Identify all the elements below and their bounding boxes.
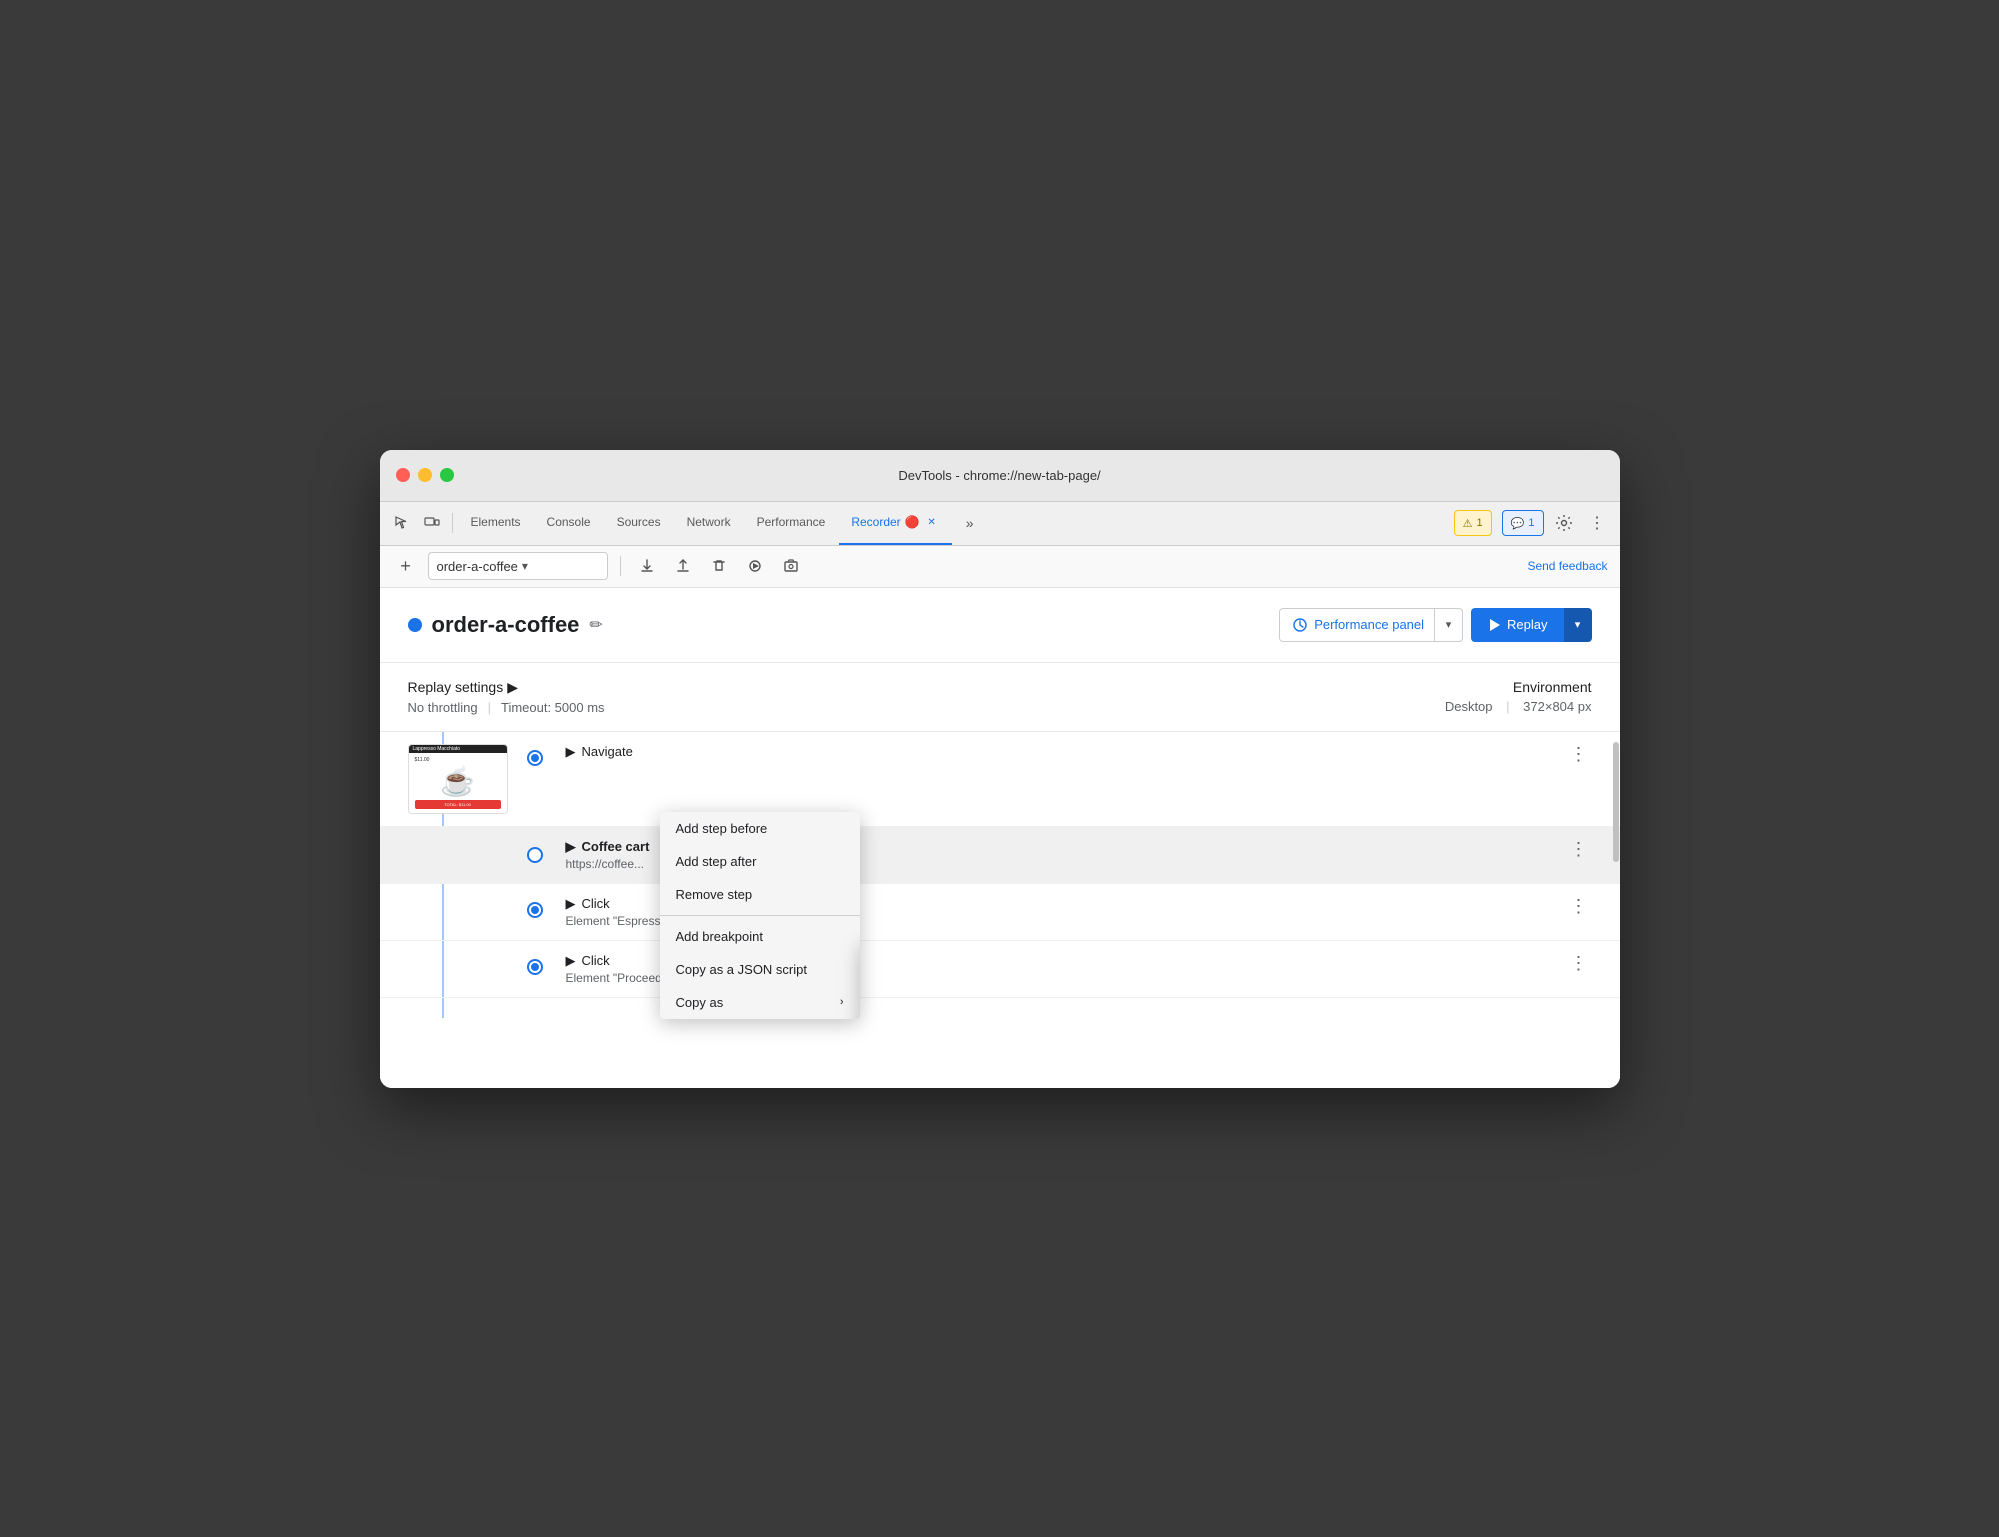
toolbar-sep-1 bbox=[620, 556, 621, 576]
step-navigate-more[interactable]: ⋮ bbox=[1566, 744, 1592, 765]
settings-left: Replay settings ▶ No throttling | Timeou… bbox=[408, 679, 1445, 715]
env-details: Desktop | 372×804 px bbox=[1445, 699, 1592, 714]
recorder-toolbar: + order-a-coffee ▾ bbox=[380, 546, 1620, 588]
inspect-element-icon[interactable] bbox=[388, 509, 416, 537]
context-menu: Add step before Add step after Remove st… bbox=[660, 812, 860, 1019]
context-menu-sep-1 bbox=[660, 915, 860, 916]
menu-remove[interactable]: Remove step bbox=[660, 878, 860, 911]
tabs-right-area: ⚠ 1 💬 1 ⋮ bbox=[1450, 509, 1612, 537]
titlebar: DevTools - chrome://new-tab-page/ bbox=[380, 450, 1620, 502]
minimize-button[interactable] bbox=[418, 468, 432, 482]
tab-sources[interactable]: Sources bbox=[605, 501, 673, 545]
tab-console[interactable]: Console bbox=[535, 501, 603, 545]
step-dot-navigate bbox=[529, 752, 541, 764]
step-click-espresso: ▶ Click Element "Espresso Macchiato" ⋮ bbox=[380, 884, 1620, 941]
performance-panel-label: Performance panel bbox=[1314, 617, 1424, 632]
close-button[interactable] bbox=[396, 468, 410, 482]
export-button[interactable] bbox=[633, 552, 661, 580]
step-coffee-cart: ▶ Coffee cart https://coffee... ⋮ bbox=[380, 827, 1620, 884]
step-click-checkout: ▶ Click Element "Proceed to checkout" ⋮ bbox=[380, 941, 1620, 998]
settings-details: No throttling | Timeout: 5000 ms bbox=[408, 700, 1445, 715]
main-content: order-a-coffee ✏ Performance panel ▾ bbox=[380, 588, 1620, 1088]
scrollbar-thumb[interactable] bbox=[1613, 742, 1619, 862]
screenshot-button[interactable] bbox=[777, 552, 805, 580]
step-coffee-cart-more[interactable]: ⋮ bbox=[1566, 839, 1592, 860]
step-espresso-more[interactable]: ⋮ bbox=[1566, 896, 1592, 917]
devtools-window: DevTools - chrome://new-tab-page/ Elemen… bbox=[380, 450, 1620, 1088]
menu-copy-json[interactable]: Copy as a JSON script bbox=[660, 953, 860, 986]
settings-right: Environment Desktop | 372×804 px bbox=[1445, 679, 1592, 714]
menu-add-before[interactable]: Add step before bbox=[660, 812, 860, 845]
recording-status-dot bbox=[408, 618, 422, 632]
message-badge[interactable]: 💬 1 bbox=[1502, 510, 1544, 536]
menu-add-after[interactable]: Add step after bbox=[660, 845, 860, 878]
menu-add-breakpoint[interactable]: Add breakpoint bbox=[660, 920, 860, 953]
recording-name-display: order-a-coffee bbox=[437, 559, 518, 574]
warning-icon: ⚠ bbox=[1463, 517, 1473, 530]
replay-main-button[interactable]: Replay bbox=[1471, 608, 1563, 642]
timeout-label: Timeout: 5000 ms bbox=[501, 700, 605, 715]
replay-settings-toggle[interactable]: Replay settings ▶ bbox=[408, 679, 1445, 696]
recording-header: order-a-coffee ✏ Performance panel ▾ bbox=[380, 588, 1620, 663]
step-navigate: Lappresso Macchiato $11.00 ☕ TOTAL: $11.… bbox=[380, 732, 1620, 827]
recording-name-input-wrap[interactable]: order-a-coffee ▾ bbox=[428, 552, 608, 580]
throttling-label: No throttling bbox=[408, 700, 478, 715]
resolution-label: 372×804 px bbox=[1523, 699, 1591, 714]
step-checkout-expand: ▶ bbox=[566, 953, 576, 969]
recording-title: order-a-coffee bbox=[432, 612, 580, 638]
replay-button-group: Replay ▾ bbox=[1471, 608, 1591, 642]
header-buttons: Performance panel ▾ Replay ▾ bbox=[1279, 608, 1591, 642]
step-coffee-cart-expand: ▶ bbox=[566, 839, 576, 855]
scrollbar-track[interactable] bbox=[1612, 732, 1620, 1018]
step-checkout-more[interactable]: ⋮ bbox=[1566, 953, 1592, 974]
step-navigate-title[interactable]: ▶ Navigate bbox=[566, 744, 1566, 760]
step-dot-checkout bbox=[529, 961, 541, 973]
performance-panel-chevron[interactable]: ▾ bbox=[1434, 608, 1462, 642]
tab-elements[interactable]: Elements bbox=[459, 501, 533, 545]
tab-performance[interactable]: Performance bbox=[745, 501, 838, 545]
recording-title-area: order-a-coffee ✏ bbox=[408, 612, 603, 638]
message-icon: 💬 bbox=[1511, 517, 1525, 530]
warning-badge[interactable]: ⚠ 1 bbox=[1454, 510, 1492, 536]
replay-label: Replay bbox=[1507, 617, 1547, 632]
devtools-tabs-bar: Elements Console Sources Network Perform… bbox=[380, 502, 1620, 546]
menu-copy-as[interactable]: Copy as › bbox=[660, 986, 860, 1019]
settings-row: Replay settings ▶ No throttling | Timeou… bbox=[380, 663, 1620, 732]
recording-name-chevron[interactable]: ▾ bbox=[522, 559, 528, 573]
steps-area: Lappresso Macchiato $11.00 ☕ TOTAL: $11.… bbox=[380, 732, 1620, 1018]
step-espresso-expand: ▶ bbox=[566, 896, 576, 912]
edit-name-icon[interactable]: ✏ bbox=[589, 615, 602, 635]
start-recording-button[interactable] bbox=[741, 552, 769, 580]
delete-button[interactable] bbox=[705, 552, 733, 580]
new-recording-button[interactable]: + bbox=[392, 552, 420, 580]
recorder-tab-close[interactable]: ✕ bbox=[924, 514, 940, 530]
copy-as-chevron: › bbox=[840, 996, 844, 1008]
device-toolbar-icon[interactable] bbox=[418, 509, 446, 537]
replay-settings-label: Replay settings bbox=[408, 679, 504, 695]
step-dot-coffee-cart bbox=[527, 847, 543, 863]
step-thumbnail: Lappresso Macchiato $11.00 ☕ TOTAL: $11.… bbox=[408, 744, 508, 814]
step-navigate-content: ▶ Navigate bbox=[550, 744, 1566, 760]
more-tabs-icon[interactable]: » bbox=[956, 509, 984, 537]
tab-recorder[interactable]: Recorder 🔴 ✕ bbox=[839, 501, 951, 545]
replay-chevron-button[interactable]: ▾ bbox=[1564, 608, 1592, 642]
more-options-icon[interactable]: ⋮ bbox=[1584, 509, 1612, 537]
maximize-button[interactable] bbox=[440, 468, 454, 482]
window-title: DevTools - chrome://new-tab-page/ bbox=[898, 468, 1100, 483]
tab-network[interactable]: Network bbox=[675, 501, 743, 545]
step-navigate-expand: ▶ bbox=[566, 744, 576, 760]
import-button[interactable] bbox=[669, 552, 697, 580]
step-dot-espresso bbox=[529, 904, 541, 916]
send-feedback-link[interactable]: Send feedback bbox=[1527, 559, 1607, 573]
tab-separator-1 bbox=[452, 513, 453, 533]
performance-panel-button[interactable]: Performance panel ▾ bbox=[1279, 608, 1463, 642]
environment-label: Environment bbox=[1445, 679, 1592, 695]
desktop-label: Desktop bbox=[1445, 699, 1493, 714]
replay-settings-arrow: ▶ bbox=[507, 679, 518, 696]
settings-icon[interactable] bbox=[1550, 509, 1578, 537]
titlebar-buttons bbox=[396, 468, 454, 482]
